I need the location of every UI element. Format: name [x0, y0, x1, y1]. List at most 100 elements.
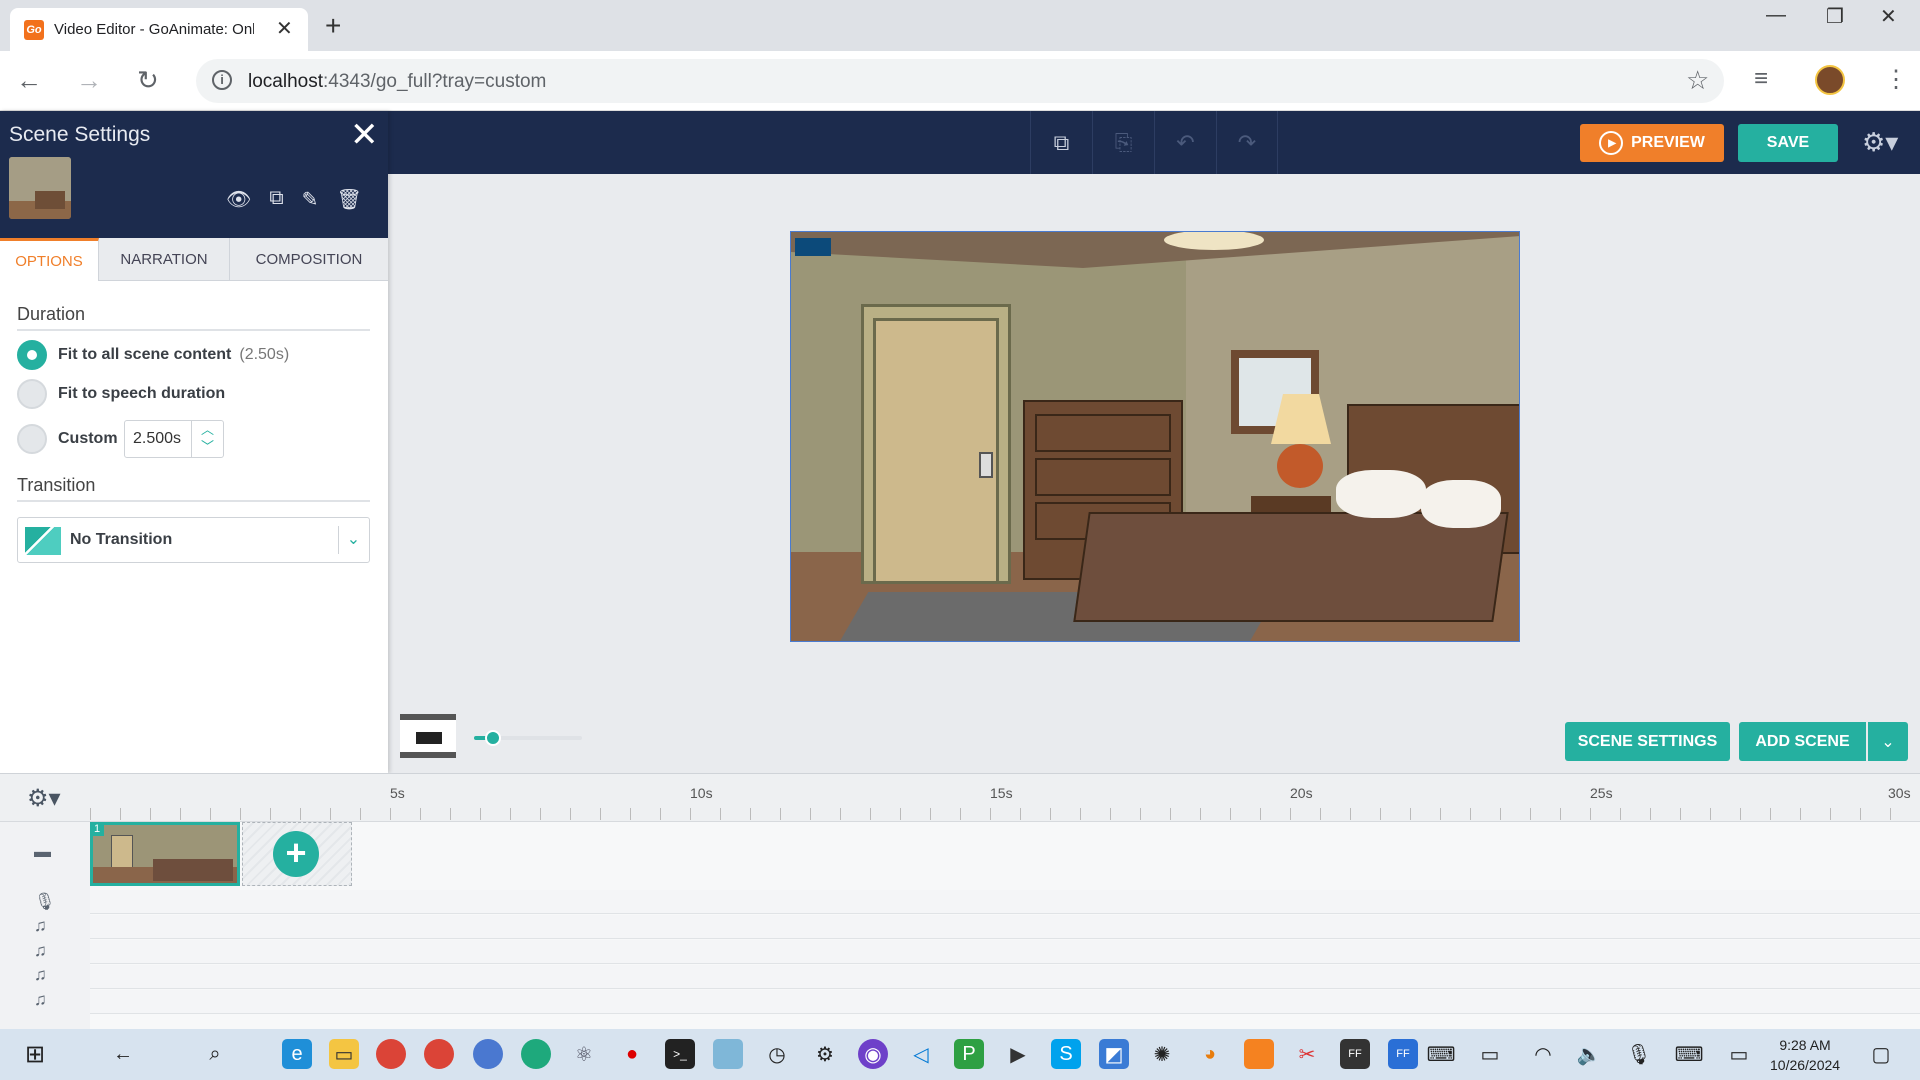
- file-explorer-icon[interactable]: ▭: [329, 1039, 359, 1069]
- undo-icon[interactable]: ↶: [1154, 111, 1216, 174]
- browser-tab[interactable]: Go Video Editor - GoAnimate: Onli ✕: [10, 8, 308, 51]
- custom-duration-stepper[interactable]: 2.500s ︿ ﹀: [124, 420, 224, 458]
- back-arrow-icon[interactable]: ←: [16, 65, 42, 96]
- tab-narration[interactable]: NARRATION: [99, 238, 230, 281]
- bed-prop[interactable]: [1073, 512, 1509, 622]
- reload-icon[interactable]: ↻: [137, 65, 159, 96]
- timeline: ⚙▾ 5s 10s 15s 20s 25s 30s ▬ 🎙 ♫ ♫ ♫ ♫: [0, 773, 1920, 1030]
- photos-icon[interactable]: ◩: [1099, 1039, 1129, 1069]
- system-clock[interactable]: 9:28 AM 10/26/2024: [1770, 1035, 1840, 1075]
- duration-heading: Duration: [17, 304, 86, 324]
- minimize-icon[interactable]: —: [1766, 4, 1786, 27]
- fit-speech-label: Fit to speech duration: [58, 385, 226, 402]
- redo-icon[interactable]: ↷: [1216, 111, 1278, 174]
- stepper-down-icon[interactable]: ﹀: [192, 438, 223, 455]
- battery-icon[interactable]: ▭: [1475, 1039, 1505, 1069]
- scene-settings-button[interactable]: SCENE SETTINGS: [1565, 722, 1730, 761]
- settings-icon[interactable]: ⚙: [810, 1039, 840, 1069]
- duration-option-fit-content[interactable]: Fit to all scene content (2.50s): [17, 340, 289, 370]
- zoom-slider-handle[interactable]: [485, 730, 501, 746]
- profile-avatar[interactable]: [1815, 65, 1845, 95]
- stepper-arrows[interactable]: ︿ ﹀: [191, 421, 223, 457]
- delete-trash-icon[interactable]: 🗑: [336, 187, 361, 212]
- add-scene-dropdown-icon[interactable]: ⌄: [1868, 722, 1908, 761]
- music-track-2[interactable]: [90, 940, 1920, 964]
- music-track-4[interactable]: [90, 990, 1920, 1014]
- chrome-alt-icon[interactable]: [473, 1039, 503, 1069]
- restore-icon[interactable]: ❐: [1826, 4, 1844, 29]
- terminal-icon[interactable]: >_: [665, 1039, 695, 1069]
- url-input[interactable]: i localhost:4343/go_full?tray=custom ☆: [196, 59, 1724, 103]
- preview-button[interactable]: ▶ PREVIEW: [1580, 124, 1724, 162]
- scene-stage[interactable]: [790, 231, 1520, 642]
- camera-badge-icon[interactable]: [795, 238, 831, 256]
- tab-options[interactable]: OPTIONS: [0, 238, 99, 281]
- tab-close-icon[interactable]: ✕: [276, 16, 293, 41]
- github-icon[interactable]: ◉: [858, 1039, 888, 1069]
- settings-gear-icon[interactable]: ⚙▾: [1862, 127, 1898, 158]
- chevron-down-icon[interactable]: ⌄: [338, 526, 368, 554]
- keyboard-icon[interactable]: ⌨: [1674, 1039, 1704, 1069]
- vscode-icon[interactable]: ◁: [906, 1039, 936, 1069]
- windows-start-icon[interactable]: ⊞: [20, 1039, 50, 1069]
- paste-icon[interactable]: ⎘: [1092, 111, 1154, 174]
- notifications-icon[interactable]: ▢: [1866, 1039, 1896, 1069]
- stepper-up-icon[interactable]: ︿: [192, 421, 223, 438]
- ff-dec-icon[interactable]: FF: [1388, 1039, 1418, 1069]
- chrome-active-icon[interactable]: [424, 1039, 454, 1069]
- timeline-settings-gear-icon[interactable]: ⚙▾: [27, 784, 61, 813]
- tray-phone-icon[interactable]: ⌨: [1426, 1039, 1456, 1069]
- brush-icon[interactable]: ✎: [302, 187, 319, 212]
- taskbar-back-icon[interactable]: ←: [108, 1039, 138, 1069]
- media-control-icon[interactable]: ≡: [1754, 65, 1768, 93]
- window-close-icon[interactable]: ✕: [1880, 4, 1897, 29]
- preview-eye-icon[interactable]: 👁: [226, 187, 251, 212]
- ceiling-light[interactable]: [1164, 232, 1264, 250]
- duplicate-icon[interactable]: ⧉: [269, 187, 283, 212]
- bookmark-star-icon[interactable]: ☆: [1686, 65, 1709, 96]
- notes-icon[interactable]: [713, 1039, 743, 1069]
- record-icon[interactable]: ●: [617, 1039, 647, 1069]
- panel-close-icon[interactable]: ✕: [350, 115, 379, 155]
- ff-app-icon[interactable]: FF: [1340, 1039, 1370, 1069]
- microphone-tray-icon[interactable]: 🎙: [1624, 1039, 1654, 1069]
- edge-browser-icon[interactable]: e: [282, 1039, 312, 1069]
- skype-icon[interactable]: S: [1051, 1039, 1081, 1069]
- blender-icon[interactable]: ◕: [1195, 1039, 1225, 1069]
- app-p-icon[interactable]: P: [954, 1039, 984, 1069]
- timeline-scene-clip[interactable]: [90, 822, 240, 886]
- menu-kebab-icon[interactable]: ⋮: [1884, 65, 1908, 94]
- scissors-icon[interactable]: ✂: [1292, 1039, 1322, 1069]
- display-icon[interactable]: ▭: [1724, 1039, 1754, 1069]
- timeline-ruler[interactable]: ⚙▾ 5s 10s 15s 20s 25s 30s: [0, 774, 1920, 822]
- duration-option-fit-speech[interactable]: Fit to speech duration: [17, 379, 225, 409]
- wifi-icon[interactable]: ◠: [1528, 1039, 1558, 1069]
- taskbar-search-icon[interactable]: ⌕: [200, 1039, 230, 1069]
- save-button[interactable]: SAVE: [1738, 124, 1838, 162]
- radio-fit-speech[interactable]: [17, 379, 47, 409]
- volume-icon[interactable]: 🔈: [1574, 1039, 1604, 1069]
- add-scene-button[interactable]: ADD SCENE: [1739, 722, 1866, 761]
- music-track-1[interactable]: [90, 915, 1920, 939]
- music-track-3[interactable]: [90, 965, 1920, 989]
- davinci-icon[interactable]: ✺: [1147, 1039, 1177, 1069]
- info-icon[interactable]: i: [212, 70, 232, 90]
- door-prop[interactable]: [873, 318, 999, 584]
- edge-dev-icon[interactable]: [521, 1039, 551, 1069]
- new-tab-icon[interactable]: +: [325, 10, 341, 42]
- clock-app-icon[interactable]: ◷: [762, 1039, 792, 1069]
- custom-label: Custom: [58, 430, 118, 447]
- chrome-icon[interactable]: [376, 1039, 406, 1069]
- transition-select[interactable]: No Transition ⌄: [17, 517, 370, 563]
- forward-arrow-icon[interactable]: →: [76, 65, 102, 96]
- narration-track[interactable]: [90, 890, 1920, 914]
- duration-option-custom[interactable]: Custom: [17, 424, 118, 454]
- radio-fit-content[interactable]: [17, 340, 47, 370]
- tab-composition[interactable]: COMPOSITION: [230, 238, 388, 281]
- add-scene-plus-icon[interactable]: +: [273, 831, 319, 877]
- copy-icon[interactable]: ⧉: [1030, 111, 1092, 174]
- atom-icon[interactable]: ⚛: [569, 1039, 599, 1069]
- fl-studio-icon[interactable]: [1244, 1039, 1274, 1069]
- radio-custom[interactable]: [17, 424, 47, 454]
- media-player-icon[interactable]: ▶: [1003, 1039, 1033, 1069]
